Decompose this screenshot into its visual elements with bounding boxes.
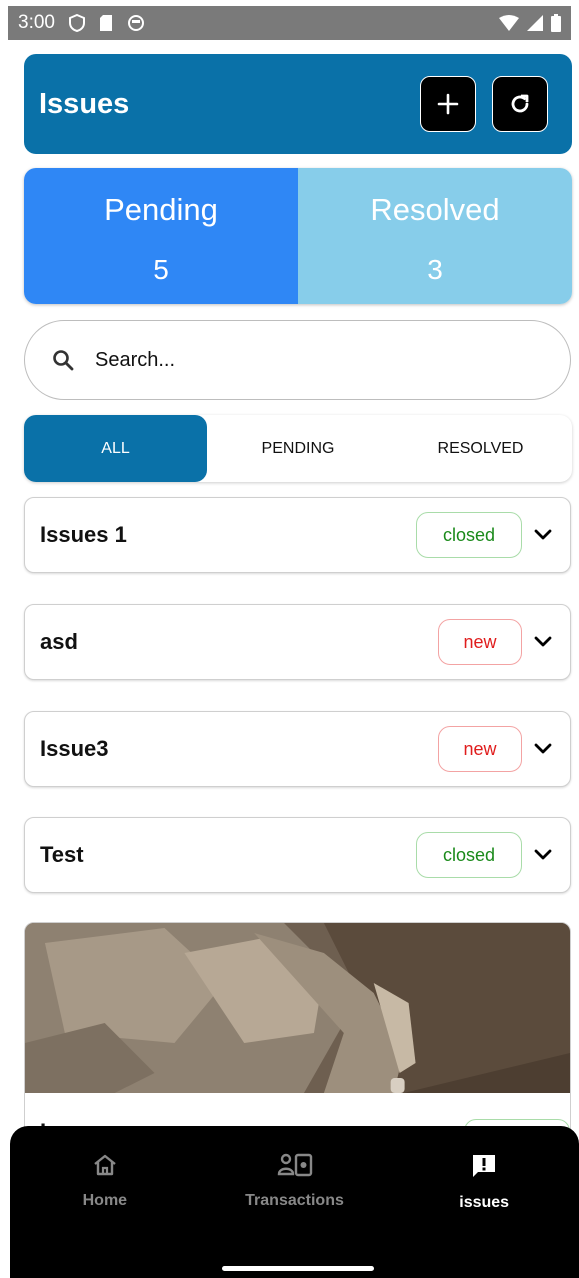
resolved-count: 3 <box>427 254 443 285</box>
bottom-navigation: Home Transactions issues <box>10 1126 579 1278</box>
resolved-label: Resolved <box>370 192 500 227</box>
pending-stat[interactable]: Pending 5 <box>24 168 298 304</box>
sd-card-icon <box>99 15 112 31</box>
nav-issues[interactable]: issues <box>389 1126 579 1278</box>
status-bar: 3:00 <box>8 6 571 40</box>
refresh-button[interactable] <box>492 76 548 132</box>
page-title: Issues <box>39 87 130 120</box>
pending-count: 5 <box>153 254 169 285</box>
home-indicator[interactable] <box>222 1266 374 1271</box>
status-badge: closed <box>416 832 522 878</box>
issue-title: Issues 1 <box>40 522 127 547</box>
issue-card[interactable]: asd new <box>24 604 571 680</box>
resolved-stat[interactable]: Resolved 3 <box>298 168 572 304</box>
transactions-icon <box>277 1153 312 1177</box>
filter-tabs: ALL PENDING RESOLVED <box>24 415 572 482</box>
search-icon <box>53 350 74 371</box>
status-badge: new <box>438 619 522 665</box>
issues-header: Issues <box>24 54 572 154</box>
issue-title: Test <box>40 842 84 867</box>
shield-icon <box>68 14 85 32</box>
search-placeholder: Search... <box>95 348 176 371</box>
pending-label: Pending <box>104 192 218 227</box>
nav-home[interactable]: Home <box>10 1126 200 1278</box>
plus-icon <box>437 93 459 115</box>
nav-transactions[interactable]: Transactions <box>200 1126 390 1278</box>
tab-all[interactable]: ALL <box>24 415 207 482</box>
nav-issues-label: issues <box>459 1194 510 1211</box>
status-badge: new <box>438 726 522 772</box>
issues-icon <box>473 1155 496 1177</box>
app-icon <box>127 15 144 31</box>
status-time: 3:00 <box>18 12 55 33</box>
issue-photo <box>25 923 570 1093</box>
expand-button[interactable] <box>532 743 554 755</box>
issue-card[interactable]: Issue3 new <box>24 711 571 787</box>
issue-card[interactable]: Issues 1 closed <box>24 497 571 573</box>
tab-resolved[interactable]: RESOLVED <box>389 415 572 482</box>
tab-pending[interactable]: PENDING <box>207 415 389 482</box>
expand-button[interactable] <box>532 529 554 541</box>
issue-title: asd <box>40 629 78 654</box>
wifi-icon <box>499 15 519 31</box>
signal-icon <box>527 15 543 31</box>
status-badge: closed <box>416 512 522 558</box>
nav-home-label: Home <box>82 1192 128 1209</box>
home-icon <box>94 1154 116 1176</box>
nav-transactions-label: Transactions <box>245 1192 344 1209</box>
search-input[interactable]: Search... <box>24 320 571 400</box>
chevron-down-icon <box>534 529 552 540</box>
add-issue-button[interactable] <box>420 76 476 132</box>
chevron-down-icon <box>534 636 552 647</box>
issue-card[interactable]: Test closed <box>24 817 571 893</box>
battery-icon <box>551 14 561 32</box>
refresh-icon <box>511 94 529 113</box>
issue-stats: Pending 5 Resolved 3 <box>24 168 572 304</box>
issue-title: Issue3 <box>40 736 109 761</box>
chevron-down-icon <box>534 849 552 860</box>
expand-button[interactable] <box>532 849 554 861</box>
expand-button[interactable] <box>532 636 554 648</box>
chevron-down-icon <box>534 743 552 754</box>
